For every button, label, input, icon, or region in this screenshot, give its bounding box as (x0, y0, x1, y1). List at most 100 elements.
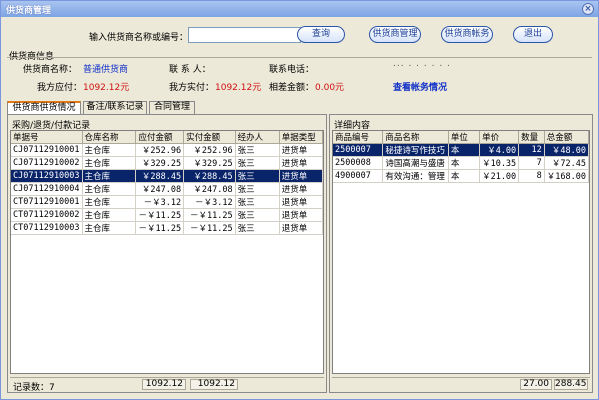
table-cell: 本 (448, 156, 481, 170)
table-row[interactable]: 2500008 诗国高潮与盛唐本 ￥10.35 7 ￥72.45 (333, 156, 589, 170)
table-cell: 张三 (235, 169, 280, 183)
table-cell: 退货单 (279, 221, 323, 235)
table-cell: CT07112910001 (11, 195, 83, 209)
table-cell: ￥48.00 (544, 143, 589, 157)
table-cell: 张三 (235, 156, 280, 170)
record-count: 记录数：7 (13, 383, 55, 393)
query-button[interactable]: 查询 (297, 26, 345, 43)
purchase-table[interactable]: 单据号 仓库名称 应付金额 实付金额 经办人 单据类型 CJ07112910001 主仓库 ￥… (10, 130, 324, 374)
table-cell: 张三 (235, 195, 280, 209)
table-cell: ￥288.45 (183, 169, 236, 183)
table-cell: 有效沟通：管理 (382, 169, 449, 183)
table-cell: ￥10.35 (479, 156, 520, 170)
table-cell: 张三 (235, 143, 280, 157)
supplier-management-window: 供货商管理 × 输入供货商名称或编号： 查询 供货商管理 供货商帐务 退出 供货… (0, 0, 599, 400)
table-cell: 主仓库 (82, 169, 137, 183)
table-cell: CJ07112910002 (11, 156, 83, 170)
table-cell: ￥247.08 (135, 182, 185, 196)
table-cell: ￥252.96 (183, 143, 236, 157)
payable-value: 1092.12元 (83, 83, 130, 93)
table-cell: －￥11.25 (135, 208, 185, 222)
search-label: 输入供货商名称或编号： (89, 33, 189, 43)
divider (7, 57, 592, 58)
tab-notes[interactable]: 备注/联系记录 (83, 101, 147, 114)
column-header[interactable]: 仓库名称 (82, 131, 137, 144)
column-header[interactable]: 总金额 (544, 131, 589, 144)
column-header[interactable]: 商品名称 (382, 131, 449, 144)
table-cell: CT07112910003 (11, 221, 83, 235)
table-cell: 秘捷诗写作技巧 (382, 143, 449, 157)
table-cell: 2500008 (333, 156, 384, 170)
table-cell: －￥11.25 (135, 221, 185, 235)
close-icon[interactable]: × (582, 3, 594, 15)
table-cell: 8 (518, 169, 545, 183)
table-cell: 退货单 (279, 208, 323, 222)
table-cell: ￥252.96 (135, 143, 185, 157)
table-row[interactable]: CT07112910002 主仓库 －￥11.25 －￥11.25 张三 退货单 (11, 208, 323, 222)
table-cell: ￥247.08 (183, 182, 236, 196)
table-cell: ￥329.25 (183, 156, 236, 170)
supplier-name-value: 普通供货商 (83, 65, 129, 75)
total-paid: 1092.12 (190, 379, 238, 390)
table-cell: 进货单 (279, 169, 323, 183)
supplier-accounts-button[interactable]: 供货商帐务 (441, 26, 493, 43)
purchase-status-bar: 记录数：7 1092.12 1092.12 (10, 377, 324, 393)
window-title: 供货商管理 (6, 6, 52, 16)
tab-supply-status[interactable]: 供货商供货情况 (7, 101, 81, 114)
column-header[interactable]: 实付金额 (183, 131, 236, 144)
column-header[interactable]: 单位 (448, 131, 481, 144)
view-accounts-link[interactable]: 查看帐务情况 (393, 80, 447, 93)
table-cell: －￥11.25 (183, 221, 236, 235)
table-row[interactable]: CT07112910003 主仓库 －￥11.25 －￥11.25 张三 退货单 (11, 221, 323, 235)
table-cell: CJ07112910003 (11, 169, 83, 183)
exit-button[interactable]: 退出 (513, 26, 553, 43)
table-cell: 主仓库 (82, 208, 137, 222)
supplier-name-label: 供货商名称： (23, 65, 78, 75)
info-dots: ... . . . . . . (393, 59, 451, 69)
column-header[interactable]: 单据类型 (279, 131, 323, 144)
table-row[interactable]: CJ07112910003 主仓库 ￥288.45 ￥288.45 张三 进货单 (11, 169, 323, 183)
column-header[interactable]: 单价 (479, 131, 520, 144)
column-header[interactable]: 应付金额 (135, 131, 185, 144)
table-cell: 张三 (235, 208, 280, 222)
table-cell: 2500007 (333, 143, 384, 157)
table-row[interactable]: CJ07112910004 主仓库 ￥247.08 ￥247.08 张三 进货单 (11, 182, 323, 196)
table-row[interactable]: 4900007 有效沟通：管理本 ￥21.00 8 ￥168.00 (333, 169, 589, 183)
table-cell: 进货单 (279, 182, 323, 196)
table-row[interactable]: 2500007 秘捷诗写作技巧本 ￥4.00 12 ￥48.00 (333, 143, 589, 157)
search-input[interactable] (188, 27, 301, 43)
tab-contracts[interactable]: 合同管理 (149, 101, 195, 114)
column-header[interactable]: 单据号 (11, 131, 83, 144)
total-amount: 288.45 (554, 379, 588, 390)
table-cell: －￥3.12 (183, 195, 236, 209)
column-header[interactable]: 数量 (518, 131, 545, 144)
table-cell: 退货单 (279, 195, 323, 209)
total-payable: 1092.12 (142, 379, 186, 390)
table-cell: 本 (448, 143, 481, 157)
table-row[interactable]: CJ07112910001 主仓库 ￥252.96 ￥252.96 张三 进货单 (11, 143, 323, 157)
phone-label: 联系电话： (269, 65, 315, 75)
table-cell: 12 (518, 143, 545, 157)
table-cell: 张三 (235, 182, 280, 196)
column-header[interactable]: 经办人 (235, 131, 280, 144)
payable-label: 我方应付： (37, 83, 83, 93)
detail-panel: 详细内容 商品编号 商品名称 单位 单价 数量 总金额 2500007 秘捷诗写作技巧本 ￥4… (329, 114, 593, 393)
table-cell: ￥21.00 (479, 169, 520, 183)
table-cell: ￥329.25 (135, 156, 185, 170)
supplier-manage-button[interactable]: 供货商管理 (369, 26, 421, 43)
title-bar: 供货商管理 × (1, 1, 598, 17)
column-header[interactable]: 商品编号 (333, 131, 384, 144)
total-qty: 27.00 (520, 379, 552, 390)
contact-label: 联 系 人： (169, 65, 211, 75)
table-cell: 主仓库 (82, 221, 137, 235)
table-cell: －￥11.25 (183, 208, 236, 222)
table-cell: 主仓库 (82, 156, 137, 170)
table-cell: ￥72.45 (544, 156, 589, 170)
table-cell: －￥3.12 (135, 195, 185, 209)
paid-label: 我方实付： (169, 83, 215, 93)
table-row[interactable]: CJ07112910002 主仓库 ￥329.25 ￥329.25 张三 进货单 (11, 156, 323, 170)
table-row[interactable]: CT07112910001 主仓库 －￥3.12 －￥3.12 张三 退货单 (11, 195, 323, 209)
table-cell: 本 (448, 169, 481, 183)
table-cell: 7 (518, 156, 545, 170)
detail-table[interactable]: 商品编号 商品名称 单位 单价 数量 总金额 2500007 秘捷诗写作技巧本 ￥4.00 12… (332, 130, 590, 374)
